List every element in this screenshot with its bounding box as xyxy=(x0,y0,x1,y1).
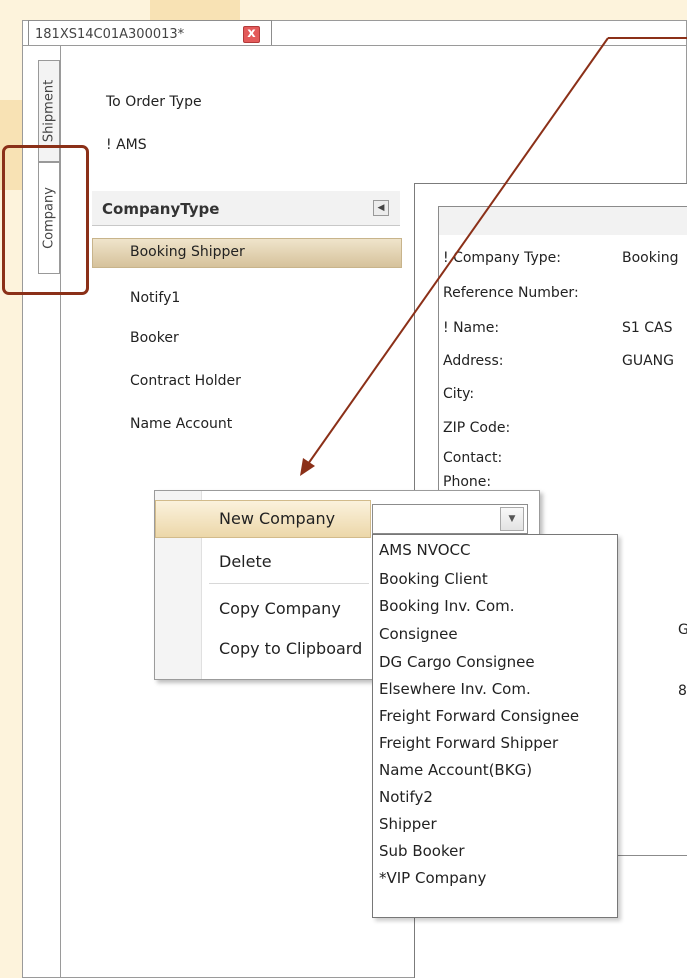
annotation-arrow-line xyxy=(307,37,609,465)
annotation-arrow xyxy=(300,37,687,476)
arrowhead-icon xyxy=(300,458,315,476)
